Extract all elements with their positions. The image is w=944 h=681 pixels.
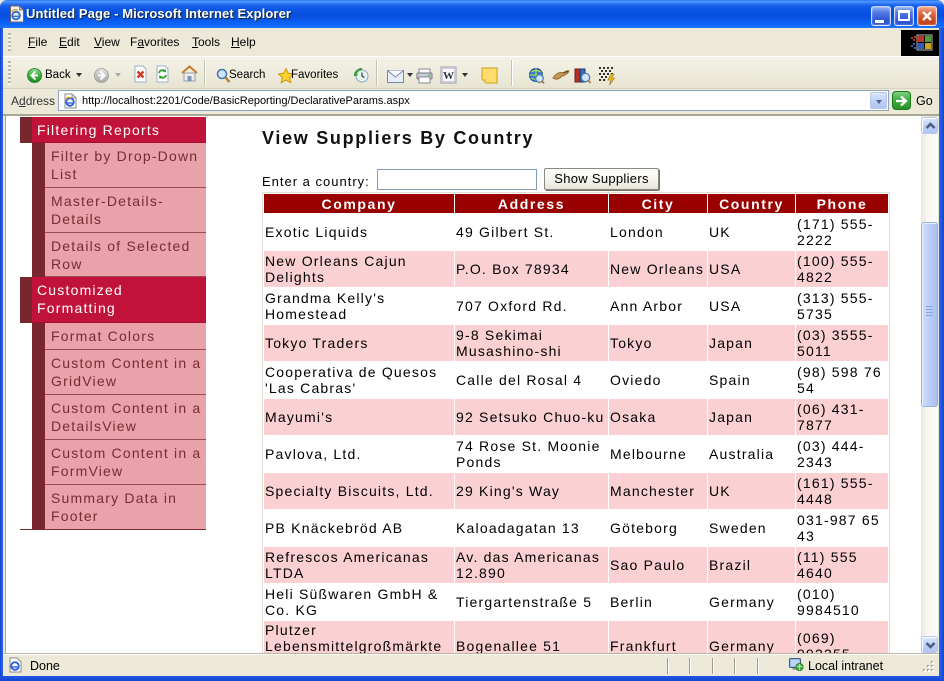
svg-text:W: W bbox=[443, 70, 454, 82]
